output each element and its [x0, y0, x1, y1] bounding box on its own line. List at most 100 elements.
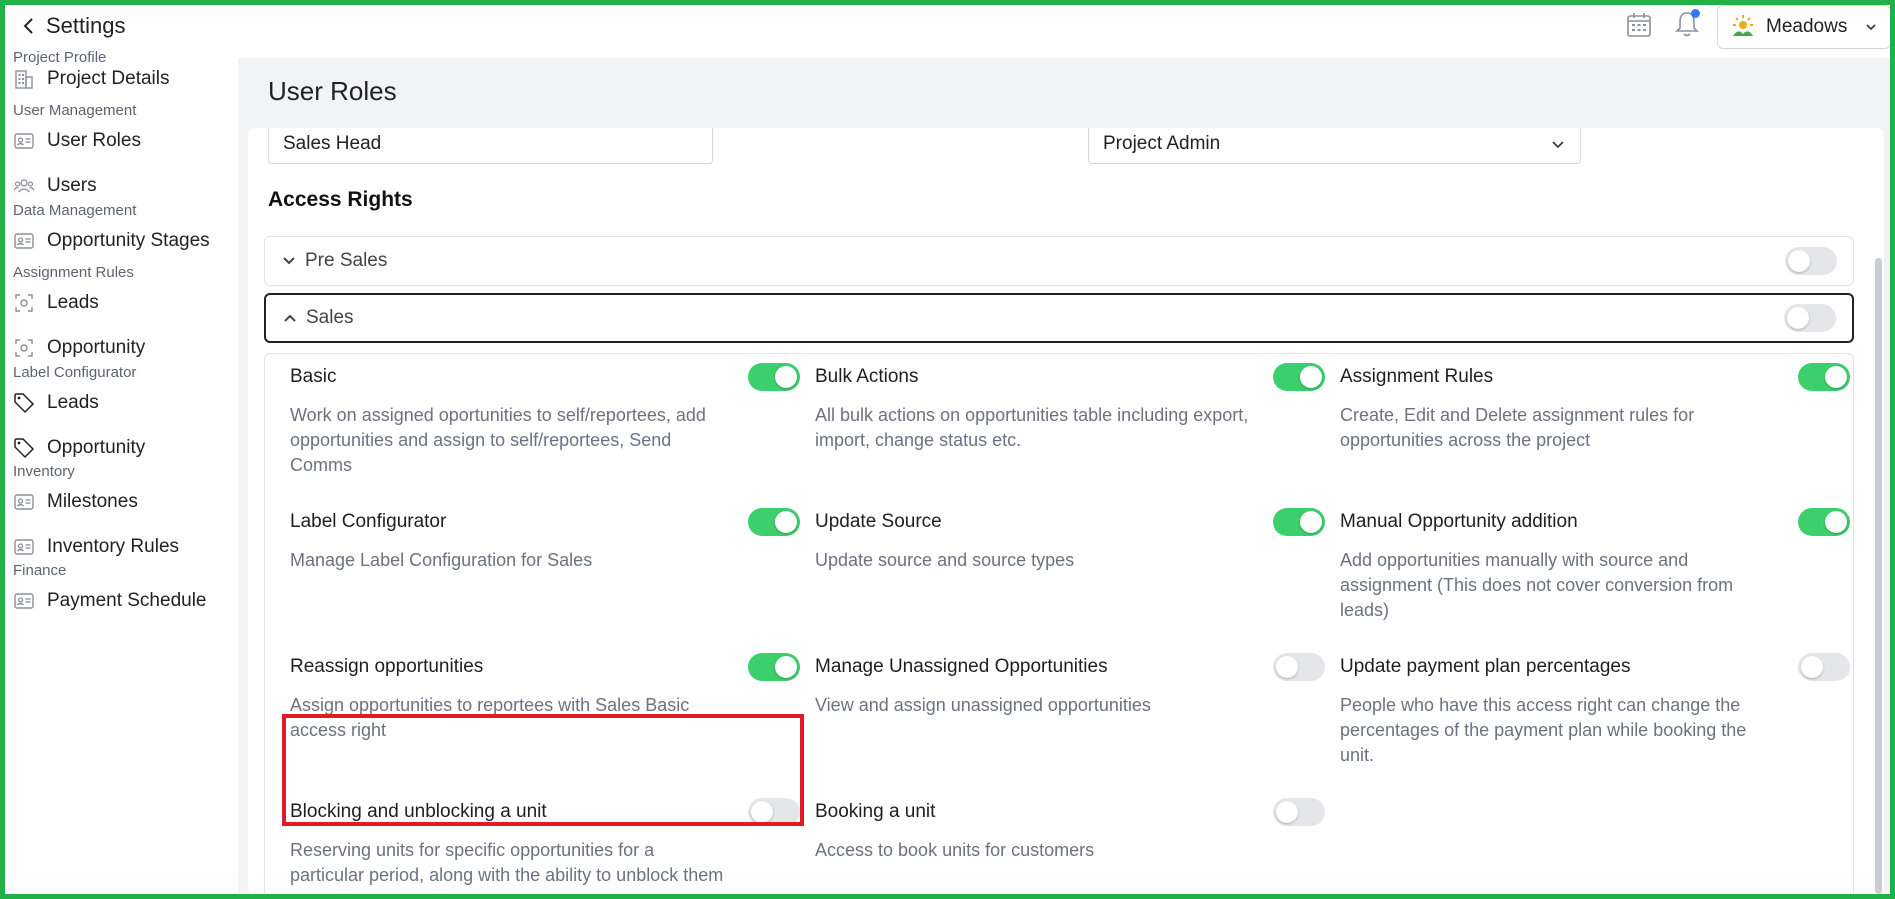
- permission-booking-a-unit: Booking a unit Access to book units for …: [815, 798, 1325, 863]
- permission-bulk-actions: Bulk Actions All bulk actions on opportu…: [815, 363, 1325, 453]
- permission-assignment-rules: Assignment Rules Create, Edit and Delete…: [1340, 363, 1850, 453]
- sidebar-item-label: Inventory Rules: [47, 536, 180, 557]
- reports-to-select[interactable]: Project Admin: [1088, 128, 1581, 164]
- focus-icon: [15, 339, 33, 357]
- project-logo-icon: [1733, 15, 1753, 36]
- sidebar-item-label: Opportunity Stages: [47, 230, 210, 251]
- sidebar-item-label: Project Details: [47, 68, 170, 89]
- sidebar-section-inventory: Inventory: [13, 463, 75, 480]
- pre-sales-toggle[interactable]: [1785, 247, 1837, 275]
- permission-description: Add opportunities manually with source a…: [1340, 550, 1734, 620]
- permission-title: Manual Opportunity addition: [1340, 511, 1578, 532]
- permission-blocking-unblocking-unit: Blocking and unblocking a unit Reserving…: [290, 798, 800, 888]
- sidebar-item-label-leads[interactable]: Leads: [13, 385, 235, 421]
- permission-title: Booking a unit: [815, 801, 936, 822]
- sidebar-item-label: Payment Schedule: [47, 590, 207, 611]
- permission-toggle[interactable]: [1273, 508, 1325, 536]
- calendar-icon[interactable]: [1625, 11, 1653, 39]
- sidebar-item-project-details[interactable]: Project Details: [13, 61, 235, 97]
- chevron-left-icon: [23, 18, 33, 34]
- permission-description: View and assign unassigned opportunities: [815, 695, 1151, 715]
- sidebar-section-assignment-rules: Assignment Rules: [13, 264, 134, 281]
- sidebar-item-assignment-opportunity[interactable]: Opportunity: [13, 330, 235, 366]
- reports-to-value: Project Admin: [1103, 133, 1221, 154]
- permission-toggle[interactable]: [748, 653, 800, 681]
- id-card-icon: [14, 233, 34, 249]
- accordion-label: Sales: [306, 307, 354, 328]
- sales-toggle[interactable]: [1784, 304, 1836, 332]
- permission-toggle[interactable]: [1273, 363, 1325, 391]
- sidebar-item-label: Opportunity: [47, 337, 146, 358]
- permission-toggle[interactable]: [1798, 653, 1850, 681]
- settings-sidebar: Project Profile Project Details User Man…: [5, 45, 238, 894]
- permission-description: Update source and source types: [815, 550, 1075, 570]
- sidebar-item-payment-schedule[interactable]: Payment Schedule: [13, 583, 235, 619]
- permission-toggle[interactable]: [1273, 653, 1325, 681]
- sidebar-item-milestones[interactable]: Milestones: [13, 484, 235, 520]
- sidebar-section-user-management: User Management: [13, 102, 137, 119]
- permission-toggle[interactable]: [748, 363, 800, 391]
- permission-title: Update payment plan percentages: [1340, 656, 1631, 677]
- permission-toggle[interactable]: [1798, 508, 1850, 536]
- permission-manage-unassigned-opportunities: Manage Unassigned Opportunities View and…: [815, 653, 1325, 718]
- permission-title: Blocking and unblocking a unit: [290, 801, 547, 822]
- permission-title: Basic: [290, 366, 337, 387]
- permission-description: Manage Label Configuration for Sales: [290, 550, 593, 570]
- id-card-icon: [14, 133, 34, 149]
- settings-title: Settings: [46, 13, 126, 38]
- sidebar-item-label: Users: [47, 175, 97, 196]
- permission-title: Manage Unassigned Opportunities: [815, 656, 1108, 677]
- users-icon: [13, 179, 35, 193]
- sidebar-item-label: Leads: [47, 292, 99, 313]
- accordion-sales[interactable]: Sales: [264, 293, 1854, 343]
- main-content: User Roles Sales Head Project Admin Acce…: [238, 58, 1890, 894]
- sidebar-item-users[interactable]: Users: [13, 168, 235, 204]
- permission-description: Work on assigned oportunities to self/re…: [290, 405, 706, 475]
- permission-basic: Basic Work on assigned oportunities to s…: [290, 363, 800, 478]
- permission-description: Reserving units for specific opportuniti…: [290, 840, 724, 885]
- chevron-down-icon: [1552, 141, 1564, 149]
- permission-toggle[interactable]: [1798, 363, 1850, 391]
- chevron-down-icon: [1866, 24, 1876, 31]
- permission-description: Access to book units for customers: [815, 840, 1095, 860]
- permission-description: People who have this access right can ch…: [1340, 695, 1747, 765]
- sidebar-item-assignment-leads[interactable]: Leads: [13, 285, 235, 321]
- permission-description: Create, Edit and Delete assignment rules…: [1340, 405, 1695, 450]
- permission-reassign-opportunities: Reassign opportunities Assign opportunit…: [290, 653, 800, 743]
- sidebar-section-finance: Finance: [13, 562, 67, 579]
- sidebar-section-data-management: Data Management: [13, 202, 137, 219]
- page-title: User Roles: [268, 76, 397, 106]
- permission-update-payment-plan-percentages: Update payment plan percentages People w…: [1340, 653, 1850, 768]
- role-name-value: Sales Head: [283, 133, 382, 154]
- chevron-up-icon: [284, 314, 296, 322]
- accordion-label: Pre Sales: [305, 250, 388, 271]
- project-switcher[interactable]: Meadows: [1717, 5, 1891, 49]
- permission-toggle[interactable]: [748, 798, 800, 826]
- sidebar-item-inventory-rules[interactable]: Inventory Rules: [13, 529, 235, 565]
- sidebar-item-user-roles[interactable]: User Roles: [13, 123, 235, 159]
- id-card-icon: [14, 539, 34, 555]
- chevron-down-icon: [283, 257, 295, 265]
- back-to-settings-link[interactable]: Settings: [22, 13, 126, 39]
- notification-dot: [1691, 9, 1700, 18]
- permission-description: Assign opportunities to reportees with S…: [290, 695, 690, 740]
- permission-title: Bulk Actions: [815, 366, 919, 387]
- tag-icon: [14, 393, 35, 414]
- sidebar-item-label: User Roles: [47, 130, 141, 151]
- sidebar-item-label-opportunity[interactable]: Opportunity: [13, 430, 235, 466]
- accordion-pre-sales[interactable]: Pre Sales: [264, 236, 1854, 286]
- role-name-input[interactable]: Sales Head: [268, 128, 713, 164]
- sidebar-item-opportunity-stages[interactable]: Opportunity Stages: [13, 223, 235, 259]
- permission-toggle[interactable]: [748, 508, 800, 536]
- vertical-scrollbar[interactable]: [1875, 258, 1882, 894]
- permission-title: Label Configurator: [290, 511, 447, 532]
- project-name: Meadows: [1766, 16, 1848, 37]
- focus-icon: [15, 294, 33, 312]
- access-rights-title: Access Rights: [268, 188, 413, 211]
- sidebar-item-label: Opportunity: [47, 437, 146, 458]
- top-bar: Settings Meadows: [5, 5, 1891, 58]
- permission-description: All bulk actions on opportunities table …: [815, 405, 1249, 450]
- permission-toggle[interactable]: [1273, 798, 1325, 826]
- sidebar-item-label: Milestones: [47, 491, 138, 512]
- permission-title: Update Source: [815, 511, 942, 532]
